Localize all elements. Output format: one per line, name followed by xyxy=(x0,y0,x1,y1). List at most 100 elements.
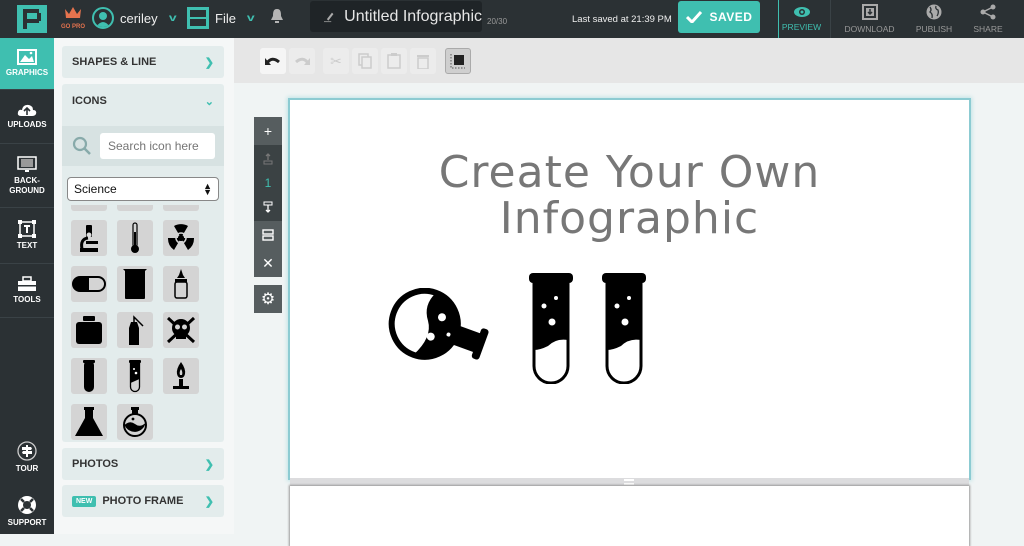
move-down-icon xyxy=(263,201,273,213)
thermometer-icon[interactable] xyxy=(117,220,153,256)
jar-icon[interactable] xyxy=(71,312,107,348)
checkmark-icon xyxy=(685,11,702,23)
left-nav: GRAPHICS UPLOADS BACK- GROUND TEXT TOOLS… xyxy=(0,38,54,534)
app-logo-icon[interactable] xyxy=(17,5,47,33)
test-tube-icon-1[interactable] xyxy=(528,272,574,384)
nav-tools[interactable]: TOOLS xyxy=(0,264,54,318)
chevron-down-icon: v xyxy=(246,12,255,24)
delete-page-button[interactable]: ✕ xyxy=(254,249,282,277)
nav-tour[interactable]: TOUR xyxy=(0,432,54,482)
radiation-icon[interactable] xyxy=(163,220,199,256)
duplicate-page-button[interactable] xyxy=(254,221,282,249)
preview-label: PREVIEW xyxy=(781,22,822,32)
next-page[interactable] xyxy=(290,486,969,546)
cut-button[interactable]: ✂ xyxy=(323,48,349,74)
paste-button[interactable] xyxy=(381,48,407,74)
move-page-down-button[interactable] xyxy=(254,193,282,221)
tilted-round-flask-icon[interactable] xyxy=(386,288,498,370)
icon-category-value: Science xyxy=(74,182,117,196)
photos-section[interactable]: PHOTOS ❯ xyxy=(62,448,224,480)
nav-text[interactable]: TEXT xyxy=(0,208,54,264)
eye-icon xyxy=(793,7,810,17)
user-menu[interactable]: ceriley v xyxy=(92,7,176,29)
cloud-upload-icon xyxy=(17,104,37,116)
test-tube-icon[interactable] xyxy=(71,358,107,394)
copy-button[interactable] xyxy=(352,48,378,74)
go-pro-label: GO PRO xyxy=(61,24,86,30)
erlenmeyer-flask-icon[interactable] xyxy=(71,404,107,440)
delete-button[interactable] xyxy=(410,48,436,74)
redo-button[interactable] xyxy=(289,48,315,74)
publish-button[interactable]: PUBLISH xyxy=(912,0,956,38)
saved-label: SAVED xyxy=(709,10,753,24)
saved-button[interactable]: SAVED xyxy=(678,1,760,33)
arrange-icon xyxy=(450,54,465,69)
monitor-icon xyxy=(17,155,37,172)
page-settings-button[interactable]: ⚙ xyxy=(254,285,282,313)
icons-label: ICONS xyxy=(72,95,107,107)
go-pro-button[interactable]: GO PRO xyxy=(61,6,85,30)
chevron-right-icon: ❯ xyxy=(204,458,214,471)
share-label: SHARE xyxy=(973,24,1003,34)
pill-icon[interactable] xyxy=(71,266,107,302)
plus-icon: + xyxy=(263,123,273,139)
share-button[interactable]: SHARE xyxy=(966,0,1010,38)
bunsen-burner-icon[interactable] xyxy=(163,358,199,394)
wash-bottle-icon[interactable] xyxy=(117,312,153,348)
preview-button[interactable]: PREVIEW xyxy=(778,0,824,38)
pencil-icon xyxy=(324,12,334,22)
chevron-down-icon: ⌄ xyxy=(204,95,214,108)
infographic-page[interactable]: Create Your Own Infographic xyxy=(290,100,969,478)
document-title-field[interactable]: Untitled Infographic xyxy=(310,1,482,32)
dropper-bottle-icon[interactable] xyxy=(163,266,199,302)
lifebuoy-icon xyxy=(18,495,36,514)
new-badge: NEW xyxy=(72,495,97,507)
nav-uploads[interactable]: UPLOADS xyxy=(0,90,54,144)
download-button[interactable]: DOWNLOAD xyxy=(830,0,908,38)
copy-icon xyxy=(358,53,372,69)
heading-line-2: Infographic xyxy=(499,193,760,244)
chevron-right-icon: ❯ xyxy=(204,495,214,508)
page-resize-handle[interactable] xyxy=(290,478,969,486)
drag-handle-icon xyxy=(624,479,634,485)
nav-background[interactable]: BACK- GROUND xyxy=(0,144,54,208)
round-flask-icon[interactable] xyxy=(117,404,153,440)
photo-frame-label: PHOTO FRAME xyxy=(102,495,184,507)
nav-background-label: BACK- GROUND xyxy=(9,175,45,195)
image-icon xyxy=(17,49,37,65)
notifications-bell-icon[interactable] xyxy=(270,8,284,29)
file-menu[interactable]: File v xyxy=(187,7,255,29)
document-title[interactable]: Untitled Infographic xyxy=(344,8,482,26)
move-page-up-button[interactable] xyxy=(254,145,282,173)
skull-crossbones-icon[interactable] xyxy=(163,312,199,348)
nav-uploads-label: UPLOADS xyxy=(7,120,47,129)
photos-label: PHOTOS xyxy=(72,458,119,470)
text-box-icon xyxy=(18,220,36,238)
microscope-icon[interactable] xyxy=(71,220,107,256)
arrange-button[interactable] xyxy=(445,48,471,74)
infographic-heading[interactable]: Create Your Own Infographic xyxy=(290,150,969,242)
icon-category-select[interactable]: Science ▲ ▼ xyxy=(67,177,219,201)
chevron-right-icon: ❯ xyxy=(204,56,214,69)
publish-label: PUBLISH xyxy=(915,24,953,34)
test-tube-bubbles-icon[interactable] xyxy=(117,358,153,394)
undo-button[interactable] xyxy=(260,48,286,74)
beaker-icon[interactable] xyxy=(117,266,153,302)
icon-search-input[interactable] xyxy=(100,133,215,159)
icons-section-header[interactable]: ICONS ⌄ xyxy=(62,84,224,118)
add-page-button[interactable]: + xyxy=(254,117,282,145)
edit-toolbar: ✂ xyxy=(234,38,1024,83)
trash-icon xyxy=(417,55,429,69)
scissors-icon: ✂ xyxy=(330,52,342,69)
test-tube-icon-2[interactable] xyxy=(601,272,647,384)
nav-graphics[interactable]: GRAPHICS xyxy=(0,38,54,90)
title-char-count: 20/30 xyxy=(487,17,508,26)
duplicate-icon xyxy=(262,229,274,241)
download-label: DOWNLOAD xyxy=(844,24,895,34)
shapes-line-section[interactable]: SHAPES & LINE ❯ xyxy=(62,46,224,78)
nav-support-label: SUPPORT xyxy=(7,517,47,527)
file-menu-label: File xyxy=(215,10,236,26)
share-icon xyxy=(980,4,996,20)
photo-frame-section[interactable]: NEW PHOTO FRAME ❯ xyxy=(62,485,224,517)
nav-support[interactable]: SUPPORT xyxy=(0,486,54,536)
